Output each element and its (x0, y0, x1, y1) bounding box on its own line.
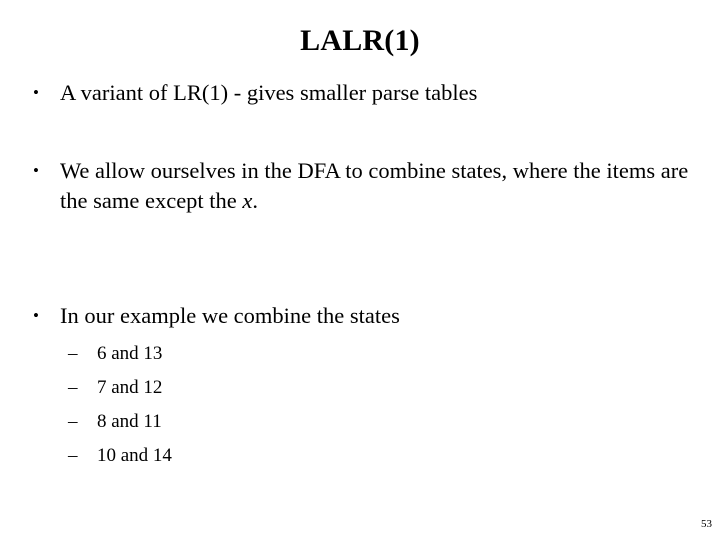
slide-canvas: LALR(1) • A variant of LR(1) - gives sma… (0, 0, 720, 540)
bullet-item-3: • In our example we combine the states –… (30, 301, 702, 473)
en-dash-icon: – (68, 445, 78, 466)
sub-bullet-item-1: – 6 and 13 (68, 337, 702, 371)
bullet-text-2: We allow ourselves in the DFA to combine… (60, 156, 702, 216)
sub-bullet-text-1: 6 and 13 (97, 343, 163, 364)
sub-bullet-item-3: – 8 and 11 (68, 405, 702, 439)
sub-bullet-item-2: – 7 and 12 (68, 371, 702, 405)
sub-bullet-text-3: 8 and 11 (97, 411, 162, 432)
bullet-dot-icon: • (33, 161, 39, 180)
bullet-row: • We allow ourselves in the DFA to combi… (30, 156, 702, 216)
bullet-text-2-after-italic: . (252, 188, 259, 213)
bullet-text-1: A variant of LR(1) - gives smaller parse… (60, 80, 478, 105)
bullet-row: • A variant of LR(1) - gives smaller par… (30, 78, 702, 108)
sub-bullet-text-2: 7 and 12 (97, 377, 163, 398)
sub-bullet-list: – 6 and 13 – 7 and 12 – 8 and 11 – 10 an… (30, 337, 702, 473)
en-dash-icon: – (68, 377, 78, 398)
bullet-dot-icon: • (33, 306, 39, 325)
sub-bullet-text-4: 10 and 14 (97, 445, 172, 466)
en-dash-icon: – (68, 343, 78, 364)
page-number: 53 (701, 518, 712, 530)
en-dash-icon: – (68, 411, 78, 432)
sub-bullet-item-4: – 10 and 14 (68, 439, 702, 473)
bullet-item-1: • A variant of LR(1) - gives smaller par… (30, 78, 702, 108)
bullet-text-3: In our example we combine the states (60, 303, 400, 328)
page-title: LALR(1) (300, 24, 420, 57)
bullet-text-2-before-italic: We allow ourselves in the DFA to combine… (60, 158, 689, 213)
slide-body: • A variant of LR(1) - gives smaller par… (30, 78, 702, 473)
bullet-text-2-italic-variable: x (242, 188, 253, 213)
bullet-row: • In our example we combine the states (30, 301, 702, 331)
bullet-item-2: • We allow ourselves in the DFA to combi… (30, 156, 702, 216)
bullet-dot-icon: • (33, 83, 39, 102)
